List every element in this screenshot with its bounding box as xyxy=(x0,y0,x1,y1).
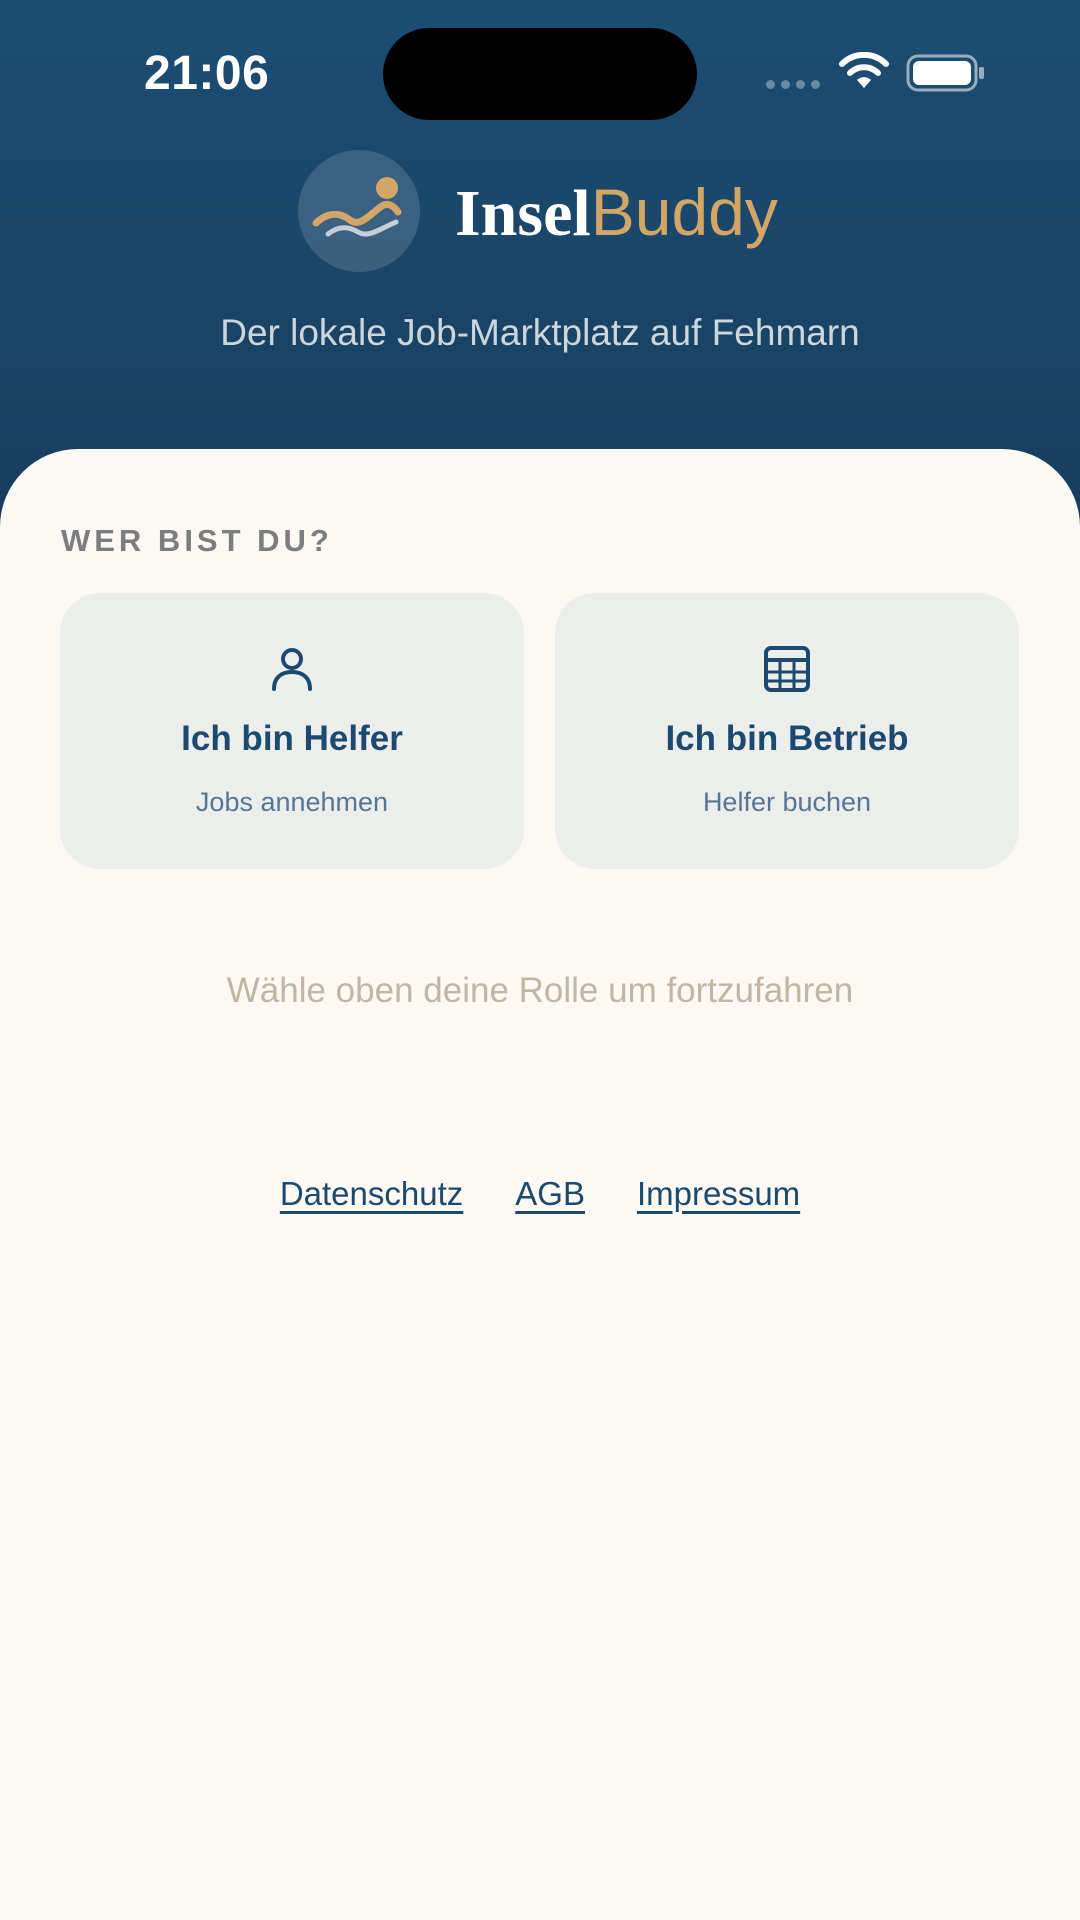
person-icon xyxy=(272,648,312,691)
brand-name-first: Insel xyxy=(455,177,591,250)
helper-role-title: Ich bin Helfer xyxy=(181,719,403,758)
business-role-subtitle: Helfer buchen xyxy=(702,787,872,817)
privacy-link[interactable]: Datenschutz xyxy=(280,1175,463,1213)
status-time: 21:06 xyxy=(144,47,270,100)
dynamic-island xyxy=(383,28,697,120)
role-hint: Wähle oben deine Rolle um fortzufahren xyxy=(226,971,854,1010)
business-role-title: Ich bin Betrieb xyxy=(665,719,909,758)
app-screen: 21:06 InselBuddy Der lokale Job-Marktpla… xyxy=(0,0,1080,1920)
wifi-icon xyxy=(839,52,889,88)
swimmer-wave-icon xyxy=(312,177,402,237)
footer-links: Datenschutz AGB Impressum xyxy=(0,1175,1080,1213)
role-heading: WER BIST DU? xyxy=(61,523,333,558)
helper-role-subtitle: Jobs annehmen xyxy=(195,787,389,817)
imprint-link[interactable]: Impressum xyxy=(637,1175,800,1213)
business-role-button[interactable]: Ich bin Betrieb Helfer buchen xyxy=(555,593,1019,869)
grid-icon xyxy=(764,646,810,692)
helper-role-button[interactable]: Ich bin Helfer Jobs annehmen xyxy=(60,593,524,869)
brand-name-second: Buddy xyxy=(590,175,778,249)
battery-icon xyxy=(906,54,984,92)
cellular-signal-icon xyxy=(766,80,820,89)
terms-link[interactable]: AGB xyxy=(515,1175,585,1213)
brand-name: InselBuddy xyxy=(455,172,778,254)
logo-badge xyxy=(298,150,420,272)
role-sheet: WER BIST DU? Ich bin Helfer Jobs annehme… xyxy=(0,449,1080,1920)
brand-tagline: Der lokale Job-Marktplatz auf Fehmarn xyxy=(220,312,860,353)
